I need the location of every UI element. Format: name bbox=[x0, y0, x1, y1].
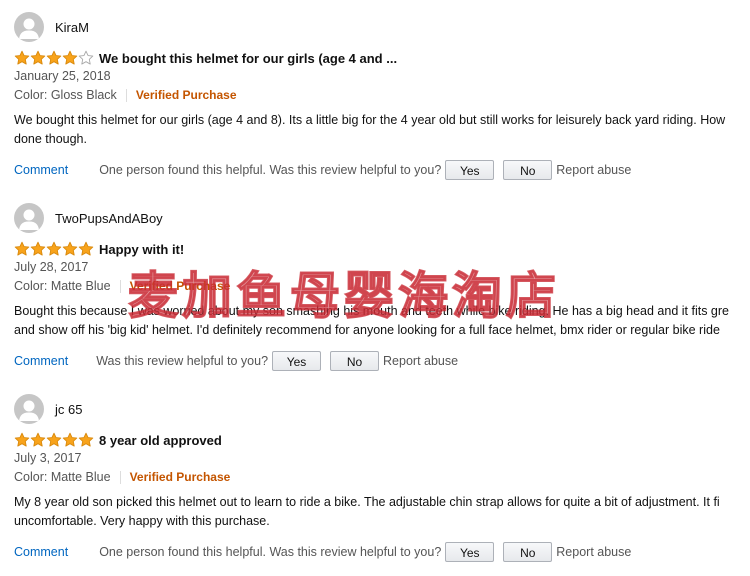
star-full-icon bbox=[30, 50, 46, 65]
report-abuse-link[interactable]: Report abuse bbox=[556, 163, 631, 177]
verified-purchase-badge: Verified Purchase bbox=[135, 88, 237, 102]
helpful-no-button[interactable]: No bbox=[503, 542, 553, 562]
review-card: KiraM We bought this helmet for our girl… bbox=[0, 0, 750, 190]
color-variant[interactable]: Color: Matte Blue bbox=[14, 470, 111, 484]
review-body-line: uncomfortable. Very happy with this purc… bbox=[14, 514, 270, 528]
review-body-line: We bought this helmet for our girls (age… bbox=[14, 113, 726, 127]
review-title[interactable]: Happy with it! bbox=[99, 242, 184, 257]
report-abuse-link[interactable]: Report abuse bbox=[556, 545, 631, 559]
comment-link[interactable]: Comment bbox=[14, 354, 68, 368]
helpful-yes-button[interactable]: Yes bbox=[272, 351, 322, 371]
user-silhouette-icon[interactable] bbox=[14, 394, 44, 424]
review-title[interactable]: 8 year old approved bbox=[99, 433, 222, 448]
helpful-yes-button[interactable]: Yes bbox=[445, 160, 495, 180]
review-meta: Color: Gloss Black Verified Purchase bbox=[14, 88, 237, 102]
helpful-yes-button[interactable]: Yes bbox=[445, 542, 495, 562]
star-empty-icon bbox=[78, 50, 94, 65]
star-full-icon bbox=[14, 50, 30, 65]
review-author[interactable]: jc 65 bbox=[55, 402, 82, 417]
star-full-icon bbox=[14, 241, 30, 256]
helpful-prompt: One person found this helpful. Was this … bbox=[99, 545, 442, 559]
review-card: TwoPupsAndABoy Happy with it! July 28, 2… bbox=[0, 191, 750, 381]
review-date: January 25, 2018 bbox=[14, 69, 111, 83]
review-body-line: and show off his 'big kid' helmet. I'd d… bbox=[14, 323, 720, 337]
star-full-icon bbox=[78, 241, 94, 256]
star-full-icon bbox=[30, 432, 46, 447]
star-rating[interactable] bbox=[14, 50, 94, 66]
review-date: July 3, 2017 bbox=[14, 451, 82, 465]
star-full-icon bbox=[62, 432, 78, 447]
review-header: KiraM bbox=[14, 12, 89, 42]
star-full-icon bbox=[46, 432, 62, 447]
star-full-icon bbox=[46, 241, 62, 256]
review-body-line: My 8 year old son picked this helmet out… bbox=[14, 495, 720, 509]
review-author[interactable]: TwoPupsAndABoy bbox=[55, 211, 163, 226]
review-title-row: 8 year old approved bbox=[14, 431, 222, 449]
review-body-line: done though. bbox=[14, 132, 87, 146]
review-title-row: We bought this helmet for our girls (age… bbox=[14, 49, 397, 67]
helpful-no-button[interactable]: No bbox=[330, 351, 380, 371]
review-meta: Color: Matte Blue Verified Purchase bbox=[14, 470, 230, 484]
review-date: July 28, 2017 bbox=[14, 260, 89, 274]
star-full-icon bbox=[14, 432, 30, 447]
user-silhouette-icon[interactable] bbox=[14, 12, 44, 42]
review-actions: Comment One person found this helpful. W… bbox=[14, 541, 631, 563]
review-author[interactable]: KiraM bbox=[55, 20, 89, 35]
star-full-icon bbox=[46, 50, 62, 65]
review-title-row: Happy with it! bbox=[14, 240, 184, 258]
verified-purchase-badge: Verified Purchase bbox=[129, 279, 231, 293]
verified-purchase-badge: Verified Purchase bbox=[129, 470, 231, 484]
user-silhouette-icon[interactable] bbox=[14, 203, 44, 233]
review-actions: Comment Was this review helpful to you? … bbox=[14, 350, 458, 372]
color-variant[interactable]: Color: Matte Blue bbox=[14, 279, 111, 293]
review-body: We bought this helmet for our girls (age… bbox=[14, 111, 750, 149]
report-abuse-link[interactable]: Report abuse bbox=[383, 354, 458, 368]
comment-link[interactable]: Comment bbox=[14, 163, 68, 177]
star-rating[interactable] bbox=[14, 241, 94, 257]
divider bbox=[119, 470, 121, 484]
review-body: My 8 year old son picked this helmet out… bbox=[14, 493, 750, 531]
star-full-icon bbox=[62, 241, 78, 256]
star-full-icon bbox=[62, 50, 78, 65]
review-body-line: Bought this because I was worried about … bbox=[14, 304, 729, 318]
star-rating[interactable] bbox=[14, 432, 94, 448]
divider bbox=[119, 279, 121, 293]
helpful-prompt: One person found this helpful. Was this … bbox=[99, 163, 442, 177]
review-body: Bought this because I was worried about … bbox=[14, 302, 750, 340]
helpful-no-button[interactable]: No bbox=[503, 160, 553, 180]
review-card: jc 65 8 year old approved July 3, 2017 C… bbox=[0, 382, 750, 572]
review-title[interactable]: We bought this helmet for our girls (age… bbox=[99, 51, 397, 66]
review-actions: Comment One person found this helpful. W… bbox=[14, 159, 631, 181]
comment-link[interactable]: Comment bbox=[14, 545, 68, 559]
helpful-prompt: Was this review helpful to you? bbox=[96, 354, 269, 368]
star-full-icon bbox=[78, 432, 94, 447]
star-full-icon bbox=[30, 241, 46, 256]
color-variant[interactable]: Color: Gloss Black bbox=[14, 88, 117, 102]
review-header: jc 65 bbox=[14, 394, 82, 424]
review-meta: Color: Matte Blue Verified Purchase bbox=[14, 279, 230, 293]
review-header: TwoPupsAndABoy bbox=[14, 203, 163, 233]
divider bbox=[125, 88, 127, 102]
